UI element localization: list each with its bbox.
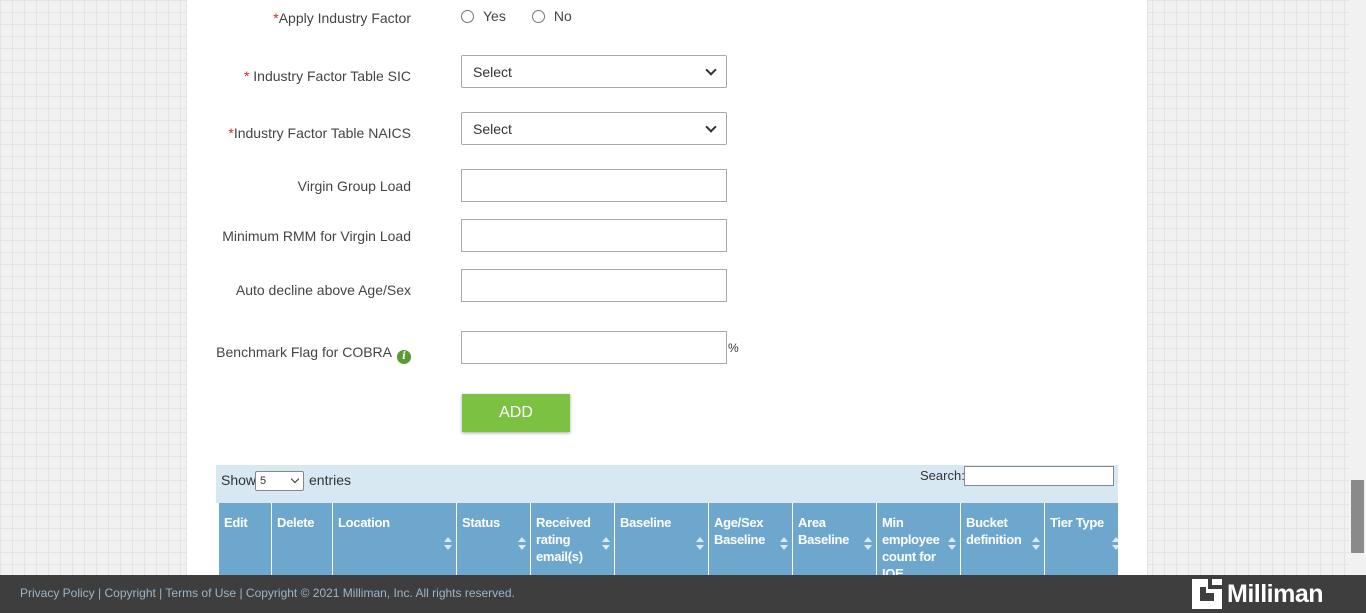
sort-icon [1032,537,1040,551]
chevron-down-icon [705,63,717,76]
entries-label: entries [309,472,352,488]
show-label: Show [221,472,257,488]
column-delete[interactable]: Delete [271,503,332,575]
logo-text: Milliman [1227,579,1324,608]
copyright-text: Copyright © 2021 Milliman, Inc. All righ… [245,586,515,600]
column-area-baseline[interactable]: Area Baseline [792,503,876,575]
table-controls: Show 5 entries Search: [216,465,1118,503]
sort-icon [696,537,704,551]
column-min-employee-count[interactable]: Min employee count for IOE [876,503,960,575]
page-scrollbar[interactable] [1349,0,1366,575]
entries-per-page-select[interactable]: 5 [255,471,304,491]
info-icon[interactable]: i [397,349,411,364]
benchmark-flag-input[interactable] [461,331,727,364]
scrollbar-thumb[interactable] [1351,480,1364,553]
privacy-policy-link[interactable]: Privacy Policy [20,586,95,600]
milliman-logo: Milliman [1192,579,1324,609]
industry-factor-naics-label: *Industry Factor Table NAICS [228,125,411,141]
search-label: Search: [920,468,965,483]
footer: Privacy Policy | Copyright | Terms of Us… [0,575,1366,613]
benchmark-flag-label: Benchmark Flag for COBRA i [216,344,411,364]
minimum-rmm-label: Minimum RMM for Virgin Load [222,228,411,244]
auto-decline-input[interactable] [461,269,727,302]
virgin-group-load-input[interactable] [461,169,727,202]
column-received-rating-emails[interactable]: Received rating email(s) [530,503,614,575]
sort-icon [444,537,452,551]
column-age-sex-baseline[interactable]: Age/Sex Baseline [708,503,792,575]
add-button[interactable]: ADD [462,394,570,432]
apply-industry-factor-no[interactable]: No [531,8,572,24]
chevron-down-icon [290,474,300,484]
sort-icon [948,537,956,551]
sort-icon [780,537,788,551]
minimum-rmm-input[interactable] [461,219,727,252]
terms-of-use-link[interactable]: Terms of Use [165,586,236,600]
virgin-group-load-label: Virgin Group Load [297,178,411,194]
industry-factor-sic-label: * Industry Factor Table SIC [243,68,411,84]
column-baseline[interactable]: Baseline [614,503,708,575]
column-edit[interactable]: Edit [219,503,271,575]
milliman-logo-icon [1192,579,1222,609]
column-bucket-definition[interactable]: Bucket definition [960,503,1044,575]
apply-industry-factor-label: *Apply Industry Factor [273,10,411,26]
radio-no[interactable] [531,10,545,23]
industry-factor-sic-select[interactable]: Select [461,55,727,88]
sort-icon [1112,537,1118,551]
column-tier-type[interactable]: Tier Type [1044,503,1118,575]
copyright-link[interactable]: Copyright [104,586,155,600]
auto-decline-label: Auto decline above Age/Sex [235,282,411,298]
industry-factor-naics-select[interactable]: Select [461,112,727,145]
column-location[interactable]: Location [332,503,456,575]
table-header: Edit Delete Location Status Received rat… [216,503,1118,575]
apply-industry-factor-yes[interactable]: Yes [461,8,506,24]
sort-icon [518,537,526,551]
column-status[interactable]: Status [456,503,530,575]
footer-links: Privacy Policy | Copyright | Terms of Us… [20,586,515,600]
chevron-down-icon [705,120,717,133]
apply-industry-factor-radio-group: Yes No [461,8,598,24]
sort-icon [602,537,610,551]
percent-unit: % [728,341,739,355]
search-input[interactable] [964,466,1114,486]
radio-yes[interactable] [461,10,474,23]
sort-icon [864,537,872,551]
